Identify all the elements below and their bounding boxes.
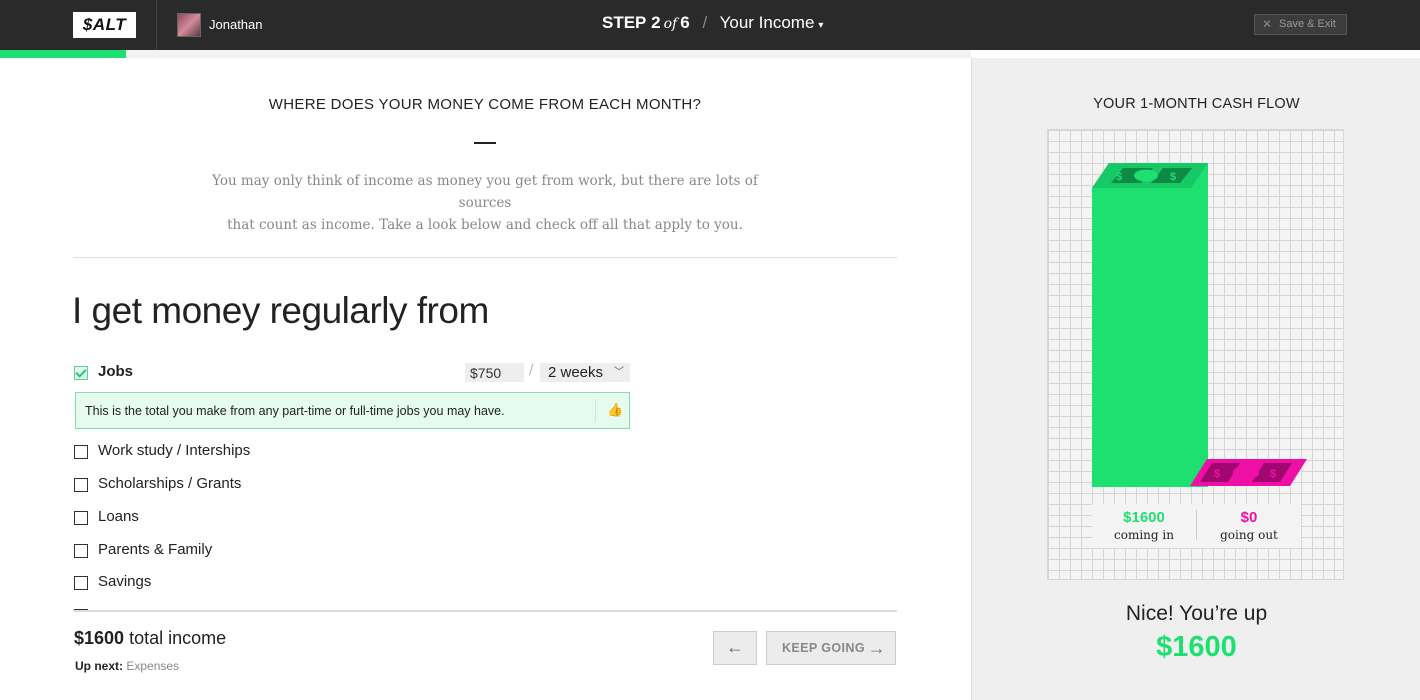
jobs-tip: This is the total you make from any part… (75, 392, 630, 429)
expense-bill-circle (1233, 465, 1259, 480)
jobs-period-select[interactable]: 2 weeks ﹀ (540, 363, 630, 382)
chevron-down-icon: ﹀ (614, 367, 624, 378)
summary-message: Nice! You’re up (1125, 602, 1268, 625)
page-title: I get money regularly from (72, 290, 489, 331)
bill-circle (1134, 169, 1158, 182)
cash-flow-legend: $1600 coming in $0 going out (1092, 504, 1301, 548)
question-heading: WHERE DOES YOUR MONEY COME FROM EACH MON… (268, 96, 702, 113)
keep-going-button[interactable]: KEEP GOING → (766, 631, 896, 665)
up-next-value: Expenses (126, 659, 180, 673)
footer-divider (73, 610, 897, 612)
arrow-right-icon: → (867, 638, 886, 658)
jobs-label: Jobs (98, 363, 134, 380)
tip-separator (595, 399, 596, 422)
header-divider (156, 0, 157, 50)
step-total: 6 (680, 13, 690, 32)
dollar-icon: $ (1170, 171, 1176, 183)
summary-amount: $1600 (1156, 631, 1237, 663)
user-avatar[interactable] (177, 13, 201, 37)
save-exit-label: Save & Exit (1279, 18, 1336, 30)
caret-down-icon: ▾ (818, 20, 824, 31)
loans-checkbox[interactable] (74, 511, 88, 525)
save-exit-button[interactable]: ✕ Save & Exit (1254, 14, 1347, 35)
arrow-left-icon: ← (726, 637, 744, 657)
tip-text: This is the total you make from any part… (85, 404, 505, 418)
back-button[interactable]: ← (713, 631, 757, 665)
progress-bar (0, 50, 971, 58)
intro-line-2: that count as income. Take a look below … (227, 217, 743, 233)
up-next-label: Up next: (75, 659, 123, 673)
step-slash: / (702, 13, 708, 32)
up-next: Up next: Expenses (75, 659, 179, 673)
scholarships-checkbox[interactable] (74, 478, 88, 492)
income-bar (1092, 163, 1208, 487)
jobs-amount-input[interactable] (465, 363, 524, 382)
coming-in-label: coming in (1114, 528, 1174, 542)
going-out-label: going out (1220, 528, 1278, 542)
step-word: STEP (602, 13, 647, 32)
close-icon: ✕ (1262, 17, 1273, 31)
total-amount: $1600 (74, 628, 125, 648)
salt-logo[interactable]: $ALT (73, 12, 136, 38)
savings-label: Savings (98, 573, 152, 590)
coming-in-value: $1600 (1123, 509, 1165, 526)
top-bar: $ALT Jonathan STEP 2 of 6 / Your Income ▾ ✕… (0, 0, 1420, 50)
keep-going-label: KEEP GOING (782, 641, 865, 655)
loans-label: Loans (98, 508, 139, 525)
intro-text: You may only think of income as money yo… (193, 170, 777, 236)
step-indicator[interactable]: STEP 2 of 6 / Your Income ▾ (602, 13, 823, 33)
dollar-icon: $ (1270, 468, 1276, 480)
going-out-value: $0 (1240, 509, 1258, 526)
parents-family-checkbox[interactable] (74, 544, 88, 558)
cash-flow-panel: YOUR 1-MONTH CASH FLOW $ $ $ $ $1600 com… (971, 58, 1420, 700)
step-of: of (663, 16, 678, 32)
jobs-checkbox[interactable] (74, 366, 88, 380)
total-label: total income (129, 628, 227, 648)
heading-dash (474, 142, 496, 144)
work-study-label: Work study / Interships (98, 442, 251, 459)
thumbs-up-icon[interactable]: 👍 (607, 402, 623, 418)
dollar-icon: $ (1214, 468, 1220, 480)
section-name: Your Income (719, 13, 815, 32)
intro-line-1: You may only think of income as money yo… (212, 173, 758, 211)
step-current: 2 (651, 13, 661, 32)
dollar-icon: $ (1116, 171, 1122, 183)
progress-fill (0, 50, 127, 58)
period-value: 2 weeks (548, 364, 604, 381)
cash-flow-title: YOUR 1-MONTH CASH FLOW (1093, 96, 1300, 112)
section-divider (73, 257, 897, 258)
per-slash: / (529, 362, 534, 379)
total-income: $1600 total income (74, 628, 226, 649)
username[interactable]: Jonathan (209, 17, 263, 32)
work-study-checkbox[interactable] (74, 445, 88, 459)
cash-flow-chart: $ $ $ $ $1600 coming in $0 going out (1047, 129, 1344, 580)
savings-checkbox[interactable] (74, 576, 88, 590)
scholarships-label: Scholarships / Grants (98, 475, 242, 492)
parents-family-label: Parents & Family (98, 541, 213, 558)
